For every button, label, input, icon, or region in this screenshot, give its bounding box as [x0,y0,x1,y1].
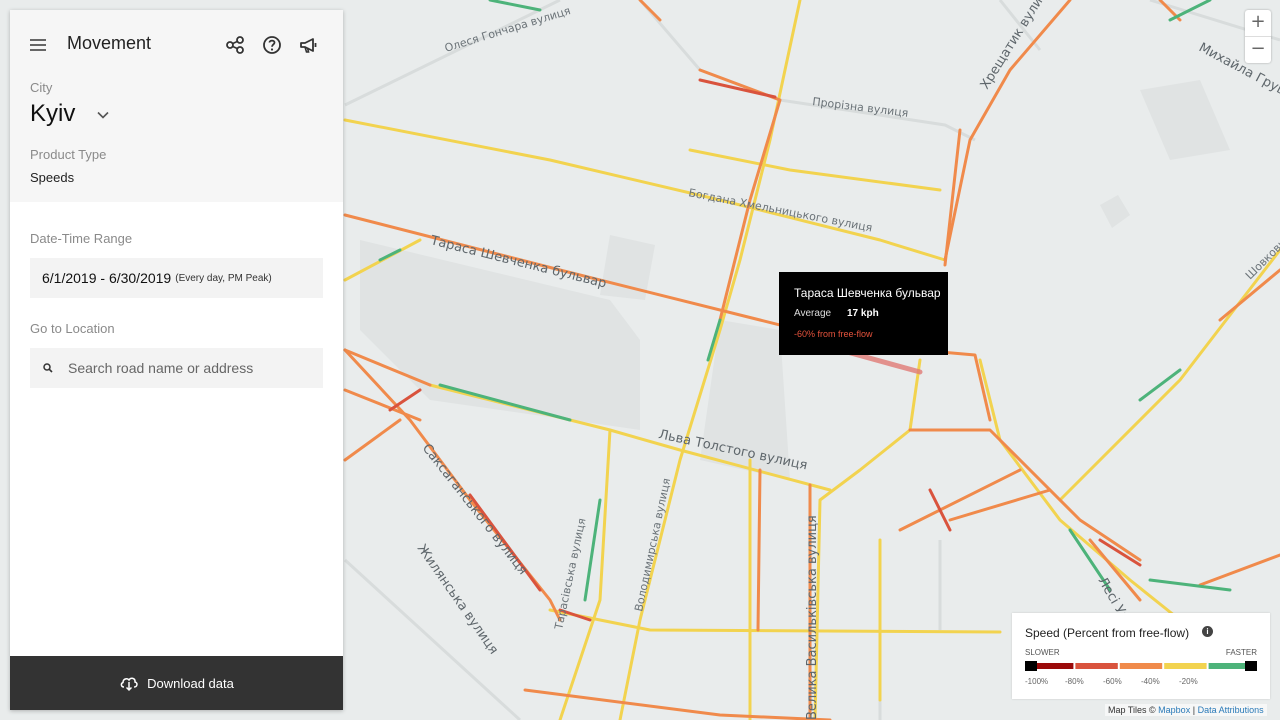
info-icon[interactable]: i [1202,626,1213,637]
tooltip-diff: -60% from free-flow [794,329,873,339]
legend-faster-label: FASTER [1225,648,1257,657]
legend-tick: -80% [1065,677,1084,686]
map-attribution: Map Tiles © Mapbox | Data Attributions [1105,704,1267,716]
announcement-icon[interactable] [298,34,320,56]
data-attributions-link[interactable]: Data Attributions [1198,705,1264,715]
location-search [30,348,323,388]
location-label: Go to Location [30,321,115,336]
zoom-out-button[interactable]: − [1245,36,1271,63]
speed-legend: Speed (Percent from free-flow) i SLOWER … [1012,613,1270,699]
app-title: Movement [67,33,152,53]
range-max-handle[interactable] [1245,661,1257,671]
share-icon[interactable] [224,34,246,56]
product-type-label: Product Type [30,147,107,162]
legend-swatch [1119,663,1163,669]
legend-swatch [1164,663,1207,669]
tooltip-metric-label: Average [794,308,832,319]
legend-tick: -40% [1141,677,1160,686]
date-range-value: 6/1/2019 - 6/30/2019 [42,270,172,286]
legend-swatch [1208,663,1251,669]
legend-ticks: -100% -80% -60% -40% -20% [1012,677,1270,689]
road-tooltip: Тараса Шевченка бульвар Average 17 kph -… [779,272,948,355]
download-label: Download data [147,675,234,691]
city-select[interactable]: Kyiv [30,100,75,128]
legend-tick: -100% [1025,677,1049,686]
tooltip-road-name: Тараса Шевченка бульвар [794,286,941,300]
product-type-value[interactable]: Speeds [30,170,74,185]
download-button[interactable]: Download data [10,656,343,710]
date-range-label: Date-Time Range [30,231,133,246]
date-range-picker[interactable]: 6/1/2019 - 6/30/2019 (Every day, PM Peak… [30,258,323,298]
tooltip-metric-value: 17 kph [847,308,879,319]
help-icon[interactable] [261,34,283,56]
attribution-separator: | [1192,705,1196,715]
control-panel: Movement City Kyiv Product Type Speeds D… [10,10,343,710]
city-label: City [30,80,53,95]
legend-swatch [1031,663,1074,669]
range-min-handle[interactable] [1025,661,1037,671]
zoom-in-button[interactable]: + [1245,10,1271,36]
attribution-prefix: Map Tiles © [1108,705,1156,715]
legend-title: Speed (Percent from free-flow) [1025,626,1190,640]
legend-tick: -20% [1179,677,1198,686]
cloud-download-icon [120,677,138,692]
legend-color-scale[interactable] [1025,661,1257,671]
menu-icon[interactable] [30,39,46,51]
search-icon [43,363,53,373]
legend-slower-label: SLOWER [1025,648,1060,657]
panel-header: Movement City Kyiv Product Type Speeds [10,10,343,202]
legend-swatch [1075,663,1118,669]
chevron-down-icon[interactable] [96,108,110,122]
location-search-input[interactable] [66,359,310,377]
zoom-control: + − [1245,10,1271,63]
mapbox-link[interactable]: Mapbox [1158,705,1190,715]
legend-tick: -60% [1103,677,1122,686]
street-label: Велика Васильківська вулиця [805,515,820,720]
date-range-detail: (Every day, PM Peak) [175,272,272,284]
